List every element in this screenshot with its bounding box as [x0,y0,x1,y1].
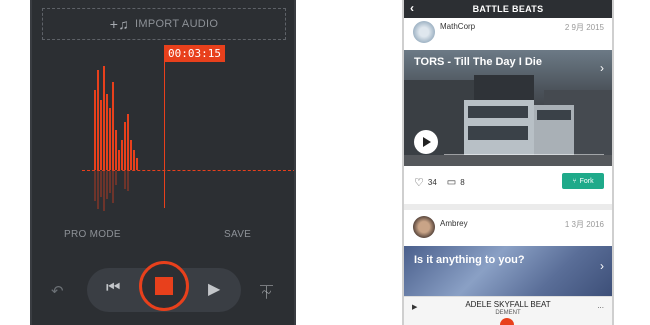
track-artwork[interactable]: TORS - Till The Day I Die › [404,50,612,166]
player-artist: DEMENT [495,310,521,316]
import-audio-label: IMPORT AUDIO [135,18,219,30]
play-button[interactable] [414,130,438,154]
pro-mode-button[interactable]: PRO MODE [64,229,121,240]
waveform-reflection [112,171,114,203]
waveform-reflection [97,171,99,209]
back-icon[interactable]: ‹ [410,1,414,15]
waveform-reflection [94,171,96,201]
waveform-bar [94,90,96,170]
track-title[interactable]: TORS - Till The Day I Die [414,56,542,68]
track-title[interactable]: Is it anything to you? [414,254,525,266]
waveform-bar [100,100,102,170]
waveform-bar [130,140,132,170]
mini-player[interactable]: ▶ ADELE SKYFALL BEAT DEMENT ... [404,296,612,325]
skip-back-icon[interactable]: ⏮ [106,279,120,297]
save-button[interactable]: SAVE [224,229,251,240]
post-stats: ♡ 34 ▭ 8 [414,176,465,189]
waveform-reflection [103,171,105,211]
waveform-reflection [109,171,111,193]
post-date: 1 3月 2016 [564,220,604,229]
waveform-bar [103,66,105,170]
stop-icon [155,277,173,295]
fork-label: Fork [579,177,594,185]
waveform-bar [124,122,126,170]
fork-button[interactable]: ⑂ Fork [562,173,604,189]
playhead-time: 00:03:15 [164,45,225,62]
chevron-right-icon[interactable]: › [600,259,604,273]
play-icon[interactable]: ▶ [208,279,220,299]
heart-icon[interactable]: ♡ [414,176,424,189]
post-username[interactable]: MathCorp [440,22,475,31]
waveform-reflection [115,171,117,185]
recorder-screen: +♫ IMPORT AUDIO 00:03:15 PRO MODE SAVE ↶ [30,0,296,325]
post-card: MathCorp 2 9月 2015 TORS - Till The Day I… [404,18,612,204]
app-header: ‹ BATTLE BEATS [404,0,612,18]
metronome-icon[interactable]: ⏇ [260,282,273,301]
music-plus-icon: +♫ [109,16,129,32]
waveform-reflection [124,171,126,189]
waveform-bar [106,94,108,170]
waveform-bar [121,140,123,170]
more-icon[interactable]: ... [597,301,604,310]
avatar[interactable] [413,21,435,43]
record-stop-button[interactable] [139,261,189,311]
player-track-title: ADELE SKYFALL BEAT [465,300,551,309]
comments-count: 8 [460,178,465,187]
chevron-right-icon[interactable]: › [600,61,604,75]
waveform-bar [133,150,135,170]
waveform-bar [127,114,129,170]
waveform-bar [109,108,111,170]
avatar[interactable] [413,216,435,238]
waveform-bar [115,130,117,170]
track-progress[interactable] [444,154,604,155]
comment-icon[interactable]: ▭ [447,177,456,188]
import-audio-button[interactable]: +♫ IMPORT AUDIO [42,8,286,40]
track-artwork[interactable]: Is it anything to you? › [404,246,612,296]
waveform-reflection [106,171,108,199]
waveform-bar [136,158,138,170]
waveform [82,60,172,211]
waveform-bar [118,150,120,170]
record-indicator[interactable] [500,318,514,325]
waveform-reflection [100,171,102,197]
post-date: 2 9月 2015 [564,23,604,32]
waveform-reflection [127,171,129,191]
post-username[interactable]: Ambrey [440,219,468,228]
likes-count: 34 [427,178,437,187]
battle-beats-screen: ‹ BATTLE BEATS MathCorp 2 9月 2015 TORS -… [402,0,614,325]
app-title: BATTLE BEATS [472,4,544,14]
fork-icon: ⑂ [572,177,577,185]
waveform-bar [112,82,114,170]
waveform-bar [97,70,99,170]
undo-icon[interactable]: ↶ [51,282,64,300]
